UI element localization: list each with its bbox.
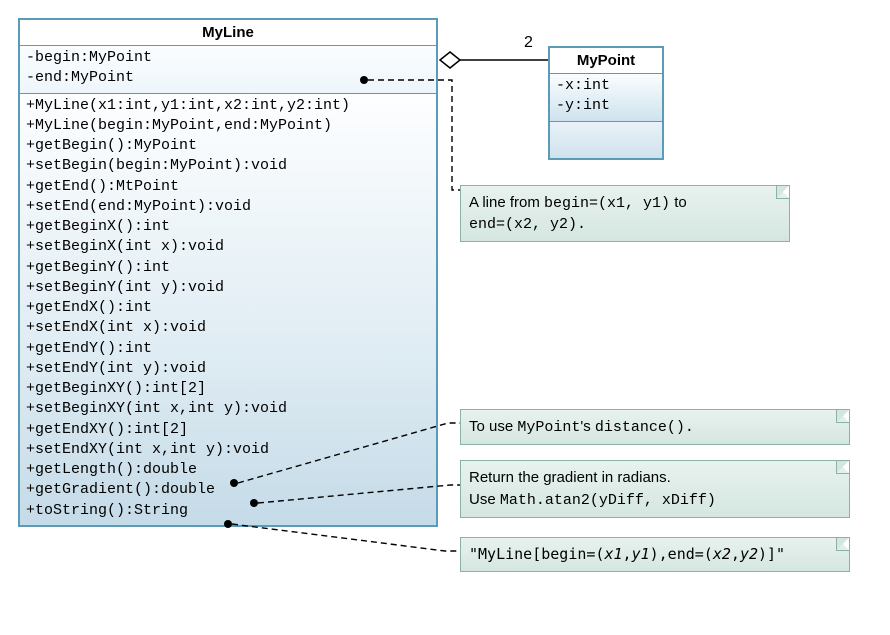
class-myline-title: MyLine bbox=[20, 20, 436, 46]
aggregation-connector bbox=[440, 52, 548, 68]
method-row: +getEnd():MtPoint bbox=[26, 177, 430, 197]
note-text: Use bbox=[469, 491, 500, 508]
method-row: +setBeginXY(int x,int y):void bbox=[26, 399, 430, 419]
class-myline-methods: +MyLine(x1:int,y1:int,x2:int,y2:int)+MyL… bbox=[20, 94, 436, 525]
attr-row: -x:int bbox=[556, 76, 656, 96]
method-row: +getBeginX():int bbox=[26, 217, 430, 237]
diamond-icon bbox=[440, 52, 460, 68]
note-getgradient: Return the gradient in radians. Use Math… bbox=[460, 460, 850, 518]
attr-row: -end:MyPoint bbox=[26, 68, 430, 88]
method-row: +getEndX():int bbox=[26, 298, 430, 318]
attr-row: -y:int bbox=[556, 96, 656, 116]
method-row: +getLength():double bbox=[26, 460, 430, 480]
attr-row: -begin:MyPoint bbox=[26, 48, 430, 68]
note-text: to bbox=[670, 194, 687, 211]
method-row: +setBeginY(int y):void bbox=[26, 278, 430, 298]
note-getlength: To use MyPoint's distance(). bbox=[460, 409, 850, 445]
multiplicity-label: 2 bbox=[524, 34, 533, 52]
note-code: "MyLine[begin=(x1,y1),end=(x2,y2)]" bbox=[469, 545, 785, 563]
method-row: +toString():String bbox=[26, 501, 430, 521]
note-text: To use bbox=[469, 418, 517, 435]
method-row: +getBeginY():int bbox=[26, 258, 430, 278]
note-code: begin=(x1, y1) bbox=[544, 195, 670, 212]
note-code: end=(x2, y2). bbox=[469, 216, 586, 233]
method-row: +getBegin():MyPoint bbox=[26, 136, 430, 156]
note-text: A line from bbox=[469, 194, 544, 211]
method-row: +setEndXY(int x,int y):void bbox=[26, 440, 430, 460]
class-mypoint-title: MyPoint bbox=[550, 48, 662, 74]
note-text: Return the gradient in radians. bbox=[469, 469, 671, 486]
class-mypoint-methods bbox=[550, 122, 662, 158]
class-myline: MyLine -begin:MyPoint -end:MyPoint +MyLi… bbox=[18, 18, 438, 527]
method-row: +getEndXY():int[2] bbox=[26, 420, 430, 440]
note-code: distance(). bbox=[595, 419, 694, 436]
note-tostring: "MyLine[begin=(x1,y1),end=(x2,y2)]" bbox=[460, 537, 850, 572]
method-row: +setEndX(int x):void bbox=[26, 318, 430, 338]
method-row: +setEnd(end:MyPoint):void bbox=[26, 197, 430, 217]
method-row: +setBeginX(int x):void bbox=[26, 237, 430, 257]
method-row: +setBegin(begin:MyPoint):void bbox=[26, 156, 430, 176]
method-row: +getGradient():double bbox=[26, 480, 430, 500]
class-mypoint-attributes: -x:int -y:int bbox=[550, 74, 662, 122]
method-row: +MyLine(begin:MyPoint,end:MyPoint) bbox=[26, 116, 430, 136]
method-row: +getBeginXY():int[2] bbox=[26, 379, 430, 399]
note-constructor: A line from begin=(x1, y1) to end=(x2, y… bbox=[460, 185, 790, 242]
class-mypoint: MyPoint -x:int -y:int bbox=[548, 46, 664, 160]
method-row: +MyLine(x1:int,y1:int,x2:int,y2:int) bbox=[26, 96, 430, 116]
note-text: 's bbox=[580, 418, 595, 435]
class-myline-attributes: -begin:MyPoint -end:MyPoint bbox=[20, 46, 436, 94]
method-row: +getEndY():int bbox=[26, 339, 430, 359]
method-row: +setEndY(int y):void bbox=[26, 359, 430, 379]
note-code: Math.atan2(yDiff, xDiff) bbox=[500, 492, 716, 509]
note-code: MyPoint bbox=[517, 419, 580, 436]
